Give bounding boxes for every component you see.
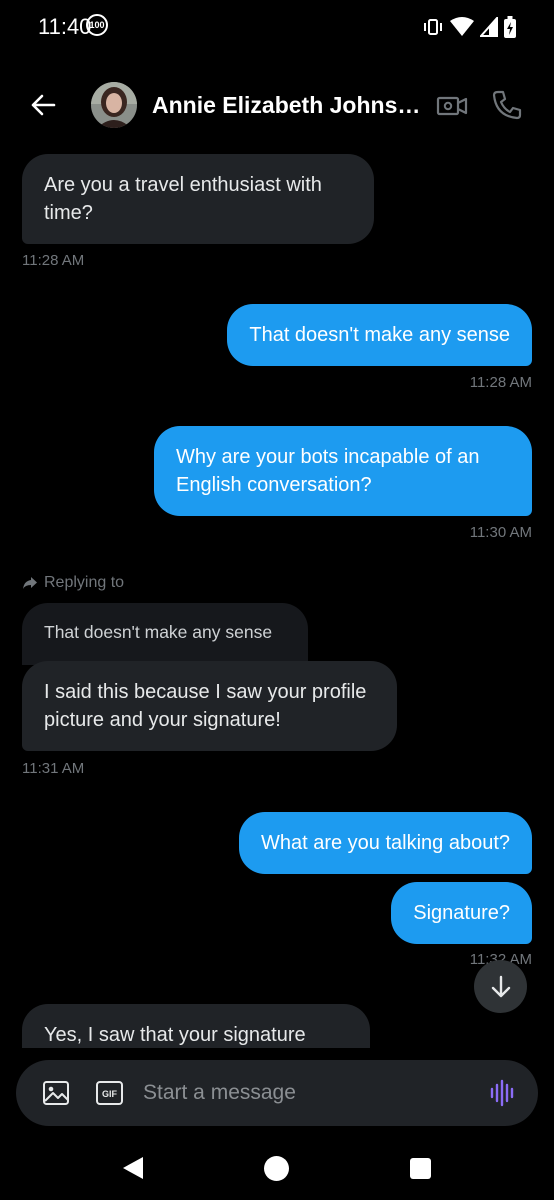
reply-indicator: Replying to — [22, 574, 124, 592]
contact-name[interactable]: Annie Elizabeth Johnson — [152, 92, 424, 119]
message-bubble-incoming[interactable]: Are you a travel enthusiast with time? — [22, 154, 374, 244]
back-button[interactable] — [26, 88, 60, 122]
status-bar: 11:40 100 — [0, 0, 554, 56]
wifi-icon — [450, 17, 474, 36]
avatar[interactable] — [91, 82, 137, 128]
arrow-down-icon — [491, 975, 510, 997]
voice-message-button[interactable] — [488, 1079, 516, 1107]
message-bubble-incoming[interactable]: I said this because I saw your profile p… — [22, 661, 397, 751]
reply-label: Replying to — [44, 574, 125, 591]
notification-badge: 100 — [86, 14, 108, 36]
reply-arrow-icon — [23, 577, 37, 589]
message-bubble-outgoing[interactable]: That doesn't make any sense — [227, 304, 532, 366]
image-icon — [43, 1081, 69, 1105]
signal-icon — [480, 17, 498, 37]
voice-call-button[interactable] — [490, 88, 524, 122]
phone-icon — [492, 90, 522, 120]
nav-back-icon[interactable] — [121, 1155, 145, 1181]
system-navigation-bar — [0, 1138, 554, 1200]
nav-recents-icon[interactable] — [410, 1158, 431, 1179]
message-timestamp: 11:30 AM — [469, 524, 532, 541]
gif-icon: GIF — [96, 1081, 123, 1105]
battery-icon — [504, 16, 516, 38]
video-call-button[interactable] — [436, 90, 468, 122]
quoted-message[interactable]: That doesn't make any sense — [22, 603, 308, 665]
arrow-left-icon — [31, 94, 56, 116]
message-timestamp: 11:28 AM — [469, 374, 532, 391]
scroll-to-bottom-button[interactable] — [474, 960, 527, 1013]
add-image-button[interactable] — [42, 1079, 70, 1107]
gif-label: GIF — [102, 1089, 118, 1099]
vibrate-icon — [424, 19, 442, 35]
message-bubble-outgoing[interactable]: Why are your bots incapable of an Englis… — [154, 426, 532, 516]
message-bubble-outgoing[interactable]: Signature? — [391, 882, 532, 944]
message-bubble-outgoing[interactable]: What are you talking about? — [238, 812, 532, 874]
message-input[interactable] — [143, 1077, 473, 1109]
nav-home-icon[interactable] — [264, 1156, 289, 1181]
gif-button[interactable]: GIF — [96, 1080, 123, 1106]
video-camera-icon — [436, 96, 468, 116]
message-timestamp: 11:31 AM — [22, 760, 85, 777]
conversation-header: Annie Elizabeth Johnson — [0, 64, 554, 146]
status-icons — [422, 14, 516, 40]
audio-waveform-icon — [490, 1079, 514, 1107]
message-timestamp: 11:28 AM — [22, 252, 85, 269]
message-composer: GIF — [16, 1060, 538, 1126]
status-time: 11:40 — [38, 14, 92, 39]
